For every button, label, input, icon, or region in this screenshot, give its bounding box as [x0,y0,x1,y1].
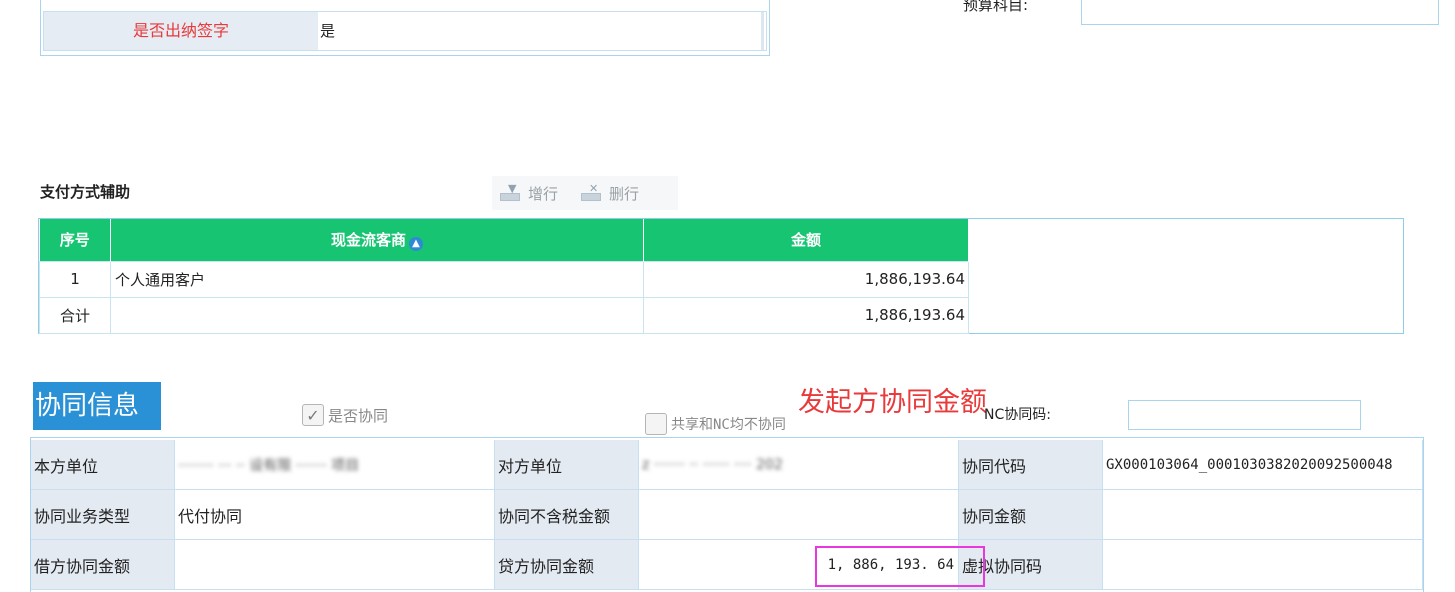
nc-code-label: NC协同码: [984,407,1051,423]
add-row-label: 增行 [528,184,559,203]
own-unit-label: 本方单位 [31,440,175,490]
table-row[interactable]: 1 个人通用客户 1,886,193.64 [39,260,969,298]
payment-section-title: 支付方式辅助 [40,183,131,201]
total-row: 合计 1,886,193.64 [39,296,969,334]
total-amount: 1,886,193.64 [643,296,969,334]
scrollbar[interactable] [761,12,764,50]
payment-table-panel: 序号 现金流客商 ▲ 金额 1 个人通用客户 1,886,193.64 合计 1,… [38,218,1404,334]
debit-amount-value[interactable] [175,540,495,590]
payment-table: 序号 现金流客商 ▲ 金额 1 个人通用客户 1,886,193.64 合计 1,… [39,219,969,334]
row-customer[interactable]: 个人通用客户 [110,260,644,298]
column-header-amount[interactable]: 金额 [643,219,969,261]
payment-toolbar: ▼ 增行 ✕ 删行 [492,176,678,210]
shared-nc-checkbox-label: 共享和NC均不协同 [671,417,786,433]
synergy-section-title: 协同信息 [33,382,161,430]
total-empty-cell [110,296,644,334]
sort-ascending-icon[interactable]: ▲ [409,236,423,251]
synergy-checkbox[interactable]: ✓ 是否协同 [302,404,388,426]
synergy-amount-value[interactable] [1103,490,1423,540]
annotation-text: 发起方协同金额 [798,387,987,418]
debit-amount-label: 借方协同金额 [31,540,175,590]
signature-value[interactable]: 是 [320,12,335,50]
own-unit-value[interactable]: ········ ··· ·· 设有限 ······· 项目 [175,440,495,490]
excl-tax-amount-value[interactable] [639,490,959,540]
virtual-code-value[interactable] [1103,540,1423,590]
row-index: 1 [39,260,111,298]
add-row-icon: ▼ [500,182,522,201]
add-row-button[interactable]: ▼ 增行 [500,182,558,204]
budget-input[interactable] [1081,0,1439,25]
highlight-annotation-box [815,546,985,587]
biz-type-label: 协同业务类型 [31,490,175,540]
synergy-amount-label: 协同金额 [959,490,1103,540]
delete-row-icon: ✕ [581,182,603,201]
counterparty-label: 对方单位 [495,440,639,490]
counterparty-value-text: z ······· ·· ······ ···· 202 [642,456,783,473]
column-header-customer[interactable]: 现金流客商 ▲ [110,219,644,261]
biz-type-value[interactable]: 代付协同 [175,490,495,540]
budget-label: 预算科目: [963,0,1029,14]
delete-row-button[interactable]: ✕ 删行 [581,182,639,204]
column-header-customer-label: 现金流客商 [330,230,406,249]
total-label: 合计 [39,296,111,334]
checkmark-icon[interactable]: ✓ [302,404,324,426]
nc-code-input[interactable] [1128,400,1361,430]
column-header-index[interactable]: 序号 [39,219,111,261]
table-header-row: 序号 现金流客商 ▲ 金额 [39,219,969,261]
counterparty-value[interactable]: z ······· ·· ······ ···· 202 [639,440,959,490]
signature-label: 是否出纳签字 [44,12,318,50]
top-form-panel: 是否出纳签字 是 [40,0,770,56]
own-unit-value-text: ········ ··· ·· 设有限 ······· 项目 [178,457,360,474]
delete-row-label: 删行 [609,184,640,203]
synergy-code-label: 协同代码 [959,440,1103,490]
credit-amount-label: 贷方协同金额 [495,540,639,590]
shared-nc-checkbox[interactable]: 共享和NC均不协同 [645,413,786,435]
synergy-code-value[interactable]: GX000103064_0001030382020092500048 [1103,440,1423,490]
synergy-checkbox-label: 是否协同 [328,406,389,425]
empty-checkbox-icon[interactable] [645,413,667,435]
synergy-form-grid: 本方单位 ········ ··· ·· 设有限 ······· 项目 对方单位… [30,437,1424,592]
signature-row: 是否出纳签字 是 [43,11,767,51]
row-amount[interactable]: 1,886,193.64 [643,260,969,298]
excl-tax-amount-label: 协同不含税金额 [495,490,639,540]
